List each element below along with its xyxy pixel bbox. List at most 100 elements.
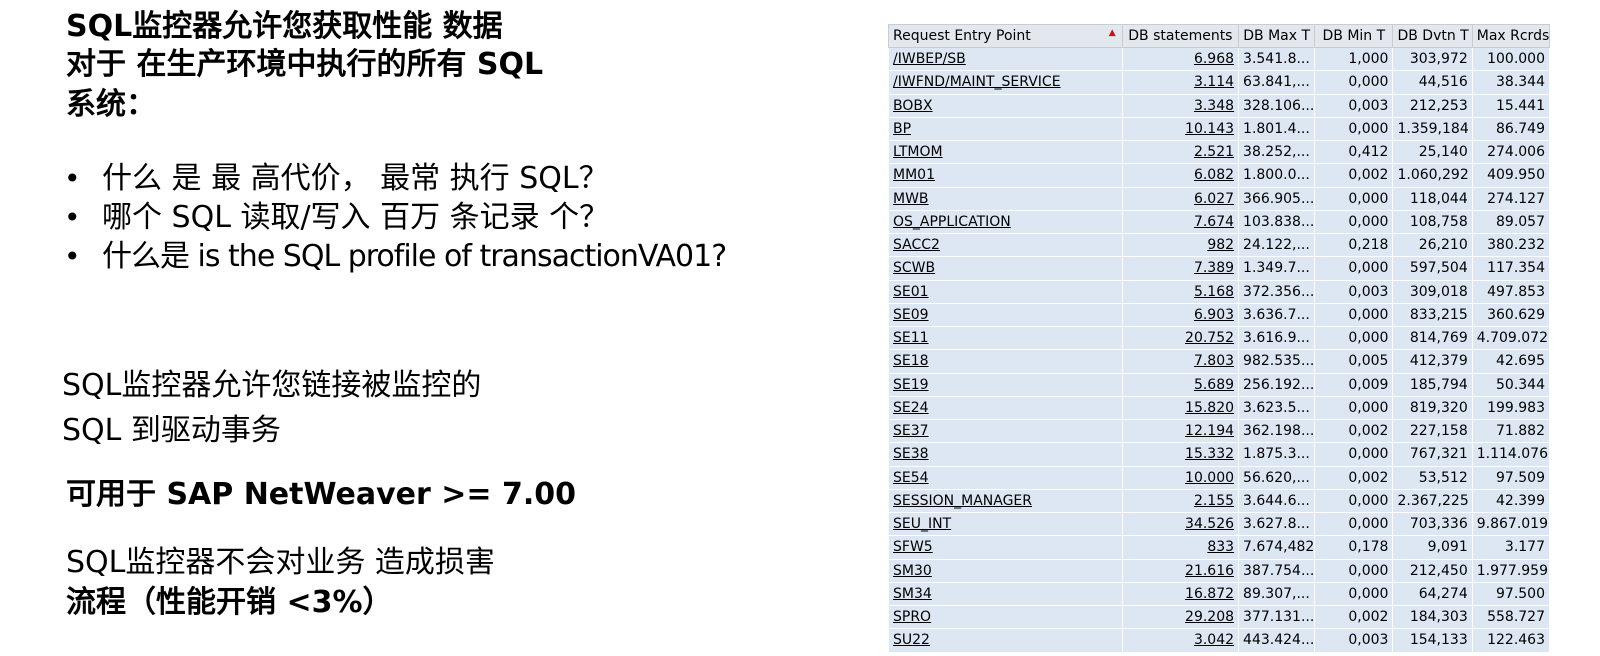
cell-db-min-t: 0,002 [1314, 163, 1394, 188]
table-row[interactable]: SE01 5.168 372.356... 0,003 309,018 497.853 [888, 279, 1551, 304]
table-row[interactable]: /IWBEP/SB 6.968 3.541.8... 1,000 303,972 100.… [888, 46, 1551, 72]
cell-db-max-t: 3.616.9... [1238, 325, 1316, 351]
statements-link[interactable]: 2.521 [1194, 144, 1234, 160]
cell-db-statements: 34.526 [1121, 511, 1240, 537]
table-row[interactable]: SE09 6.903 3.636.7... 0,000 833,215 360.629 [888, 302, 1551, 328]
entry-point-link[interactable]: SE01 [893, 284, 929, 300]
cell-db-max-t: 56.620,... [1238, 465, 1316, 490]
entry-point-link[interactable]: SCWB [893, 260, 935, 276]
table-row[interactable]: SU22 3.042 443.424... 0,003 154,133 122.463 [888, 628, 1551, 653]
statements-link[interactable]: 5.689 [1194, 377, 1234, 393]
entry-point-link[interactable]: SE38 [893, 446, 929, 462]
column-header-db-max-t[interactable]: DB Max T [1238, 24, 1316, 48]
statements-link[interactable]: 16.872 [1185, 586, 1234, 602]
statements-link[interactable]: 3.348 [1194, 98, 1234, 114]
statements-link[interactable]: 20.752 [1185, 330, 1234, 346]
table-row[interactable]: /IWFND/MAINT_SERVICE 3.114 63.841,... 0,000… [888, 70, 1551, 95]
statements-link[interactable]: 10.143 [1185, 121, 1234, 137]
entry-point-link[interactable]: SE11 [893, 330, 929, 346]
column-header-db-dvtn-t[interactable]: DB Dvtn T [1392, 24, 1473, 48]
table-row[interactable]: SCWB 7.389 1.349.7... 0,000 597,504 117.354 [888, 256, 1551, 281]
bullet-item: 哪个 SQL 读取/写入 百万 条记录 个？ [102, 200, 610, 235]
cell-db-max-t: 1.875.3... [1238, 442, 1316, 467]
statements-link[interactable]: 3.114 [1194, 74, 1234, 90]
table-row[interactable]: OS_APPLICATION 7.674 103.838... 0,000 108,75… [888, 209, 1551, 235]
bullet-item: 什么 是 最 高代价， 最常 执行 SQL？ [102, 161, 609, 196]
statements-link[interactable]: 7.803 [1194, 353, 1234, 369]
entry-point-link[interactable]: LTMOM [893, 144, 943, 160]
entry-point-link[interactable]: SFW5 [893, 539, 933, 555]
statements-link[interactable]: 6.027 [1194, 191, 1234, 207]
entry-point-link[interactable]: OS_APPLICATION [893, 214, 1011, 230]
statements-link[interactable]: 833 [1207, 539, 1234, 555]
table-row[interactable]: SE24 15.820 3.623.5... 0,000 819,320 199.983 [888, 395, 1551, 421]
statements-link[interactable]: 3.042 [1194, 632, 1234, 648]
table-row[interactable]: BOBX 3.348 328.106... 0,003 212,253 15.441 [888, 93, 1551, 118]
table-row[interactable]: SPRO 29.208 377.131... 0,002 184,303 558.727 [888, 604, 1551, 630]
table-row[interactable]: SE11 20.752 3.616.9... 0,000 814,769 4.709.07… [888, 325, 1551, 351]
statements-link[interactable]: 21.616 [1185, 563, 1234, 579]
cell-db-statements: 10.143 [1121, 116, 1240, 142]
table-row[interactable]: SE18 7.803 982.535... 0,005 412,379 42.695 [888, 349, 1551, 374]
cell-max-rcrds: 100.000 [1471, 46, 1551, 72]
cell-db-min-t: 0,000 [1314, 209, 1394, 235]
statements-link[interactable]: 7.389 [1194, 260, 1234, 276]
cell-entry-point: SU22 [888, 628, 1123, 653]
entry-point-link[interactable]: BOBX [893, 98, 933, 114]
entry-point-link[interactable]: MM01 [893, 167, 935, 183]
entry-point-link[interactable]: SM34 [893, 586, 932, 602]
table-row[interactable]: SFW5 833 7.674,482 0,178 9,091 3.177 [888, 535, 1551, 560]
entry-point-link[interactable]: SACC2 [893, 237, 940, 253]
entry-point-link[interactable]: MWB [893, 191, 929, 207]
entry-point-link[interactable]: SE18 [893, 353, 929, 369]
statements-link[interactable]: 5.168 [1194, 284, 1234, 300]
table-row[interactable]: SE19 5.689 256.192... 0,009 185,794 50.344 [888, 372, 1551, 397]
statements-link[interactable]: 12.194 [1185, 423, 1234, 439]
cell-db-dvtn-t: 108,758 [1392, 209, 1473, 235]
table-row[interactable]: SM30 21.616 387.754... 0,000 212,450 1.977.95… [888, 558, 1551, 583]
statements-link[interactable]: 7.674 [1194, 214, 1234, 230]
table-row[interactable]: SE38 15.332 1.875.3... 0,000 767,321 1.114.07… [888, 442, 1551, 467]
cell-db-max-t: 377.131... [1238, 604, 1316, 630]
entry-point-link[interactable]: SU22 [893, 632, 930, 648]
entry-point-link[interactable]: SPRO [893, 609, 931, 625]
table-row[interactable]: MWB 6.027 366.905... 0,000 118,044 274.127 [888, 186, 1551, 211]
statements-link[interactable]: 34.526 [1185, 516, 1234, 532]
statements-link[interactable]: 6.903 [1194, 307, 1234, 323]
statements-link[interactable]: 2.155 [1194, 493, 1234, 509]
table-row[interactable]: BP 10.143 1.801.4... 0,000 1.359,184 86.749 [888, 116, 1551, 142]
statements-link[interactable]: 15.820 [1185, 400, 1234, 416]
cell-max-rcrds: 71.882 [1471, 418, 1551, 444]
entry-point-link[interactable]: SESSION_MANAGER [893, 493, 1032, 509]
column-header-max-rcrds[interactable]: Max Rcrds [1471, 24, 1551, 48]
column-header-request-entry-point[interactable]: Request Entry Point ▲ [888, 24, 1123, 48]
table-row[interactable]: LTMOM 2.521 38.252,... 0,412 25,140 274.006 [888, 139, 1551, 165]
entry-point-link[interactable]: /IWFND/MAINT_SERVICE [893, 74, 1061, 90]
entry-point-link[interactable]: SM30 [893, 563, 932, 579]
statements-link[interactable]: 982 [1207, 237, 1234, 253]
table-row[interactable]: SESSION_MANAGER 2.155 3.644.6... 0,000 2.367… [888, 488, 1551, 514]
cell-entry-point: SCWB [888, 256, 1123, 281]
statements-link[interactable]: 29.208 [1185, 609, 1234, 625]
entry-point-link[interactable]: SE19 [893, 377, 929, 393]
entry-point-link[interactable]: SE09 [893, 307, 929, 323]
table-row[interactable]: SE37 12.194 362.198... 0,002 227,158 71.882 [888, 418, 1551, 444]
table-row[interactable]: SEU_INT 34.526 3.627.8... 0,000 703,336 9.867… [888, 511, 1551, 537]
table-row[interactable]: MM01 6.082 1.800.0... 0,002 1.060,292 409.950 [888, 163, 1551, 188]
cell-db-dvtn-t: 212,450 [1392, 558, 1473, 583]
entry-point-link[interactable]: /IWBEP/SB [893, 51, 966, 67]
entry-point-link[interactable]: SEU_INT [893, 516, 951, 532]
entry-point-link[interactable]: SE37 [893, 423, 929, 439]
entry-point-link[interactable]: SE54 [893, 470, 929, 486]
table-row[interactable]: SE54 10.000 56.620,... 0,002 53,512 97.509 [888, 465, 1551, 490]
column-header-db-min-t[interactable]: DB Min T [1314, 24, 1394, 48]
statements-link[interactable]: 10.000 [1185, 470, 1234, 486]
table-row[interactable]: SACC2 982 24.122,... 0,218 26,210 380.232 [888, 232, 1551, 258]
column-header-db-statements[interactable]: DB statements [1121, 24, 1240, 48]
statements-link[interactable]: 15.332 [1185, 446, 1234, 462]
table-row[interactable]: SM34 16.872 89.307,... 0,000 64,274 97.500 [888, 581, 1551, 607]
statements-link[interactable]: 6.968 [1194, 51, 1234, 67]
entry-point-link[interactable]: SE24 [893, 400, 929, 416]
statements-link[interactable]: 6.082 [1194, 167, 1234, 183]
entry-point-link[interactable]: BP [893, 121, 911, 137]
